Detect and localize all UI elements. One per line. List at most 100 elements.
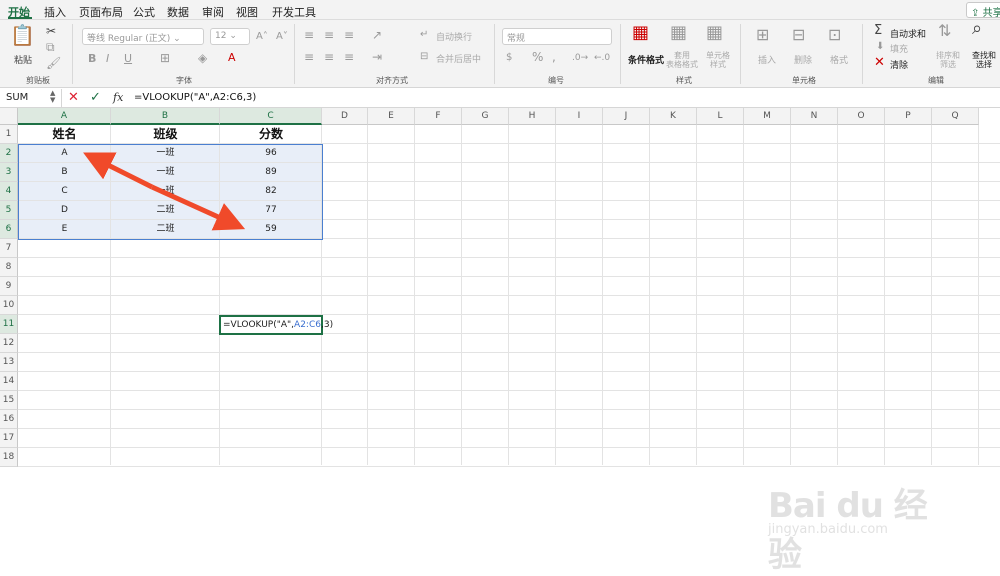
row-header-7[interactable]: 7 [0, 239, 18, 258]
row-header-8[interactable]: 8 [0, 258, 18, 277]
number-format-dropdown[interactable]: 常规 [502, 28, 612, 45]
column-header-i[interactable]: I [556, 108, 603, 125]
orientation-icon[interactable]: ↗ [372, 28, 382, 42]
format-as-table-icon[interactable]: ▦ [670, 24, 687, 42]
cell-header-b1[interactable]: 班级 [111, 125, 220, 144]
row-header-12[interactable]: 12 [0, 334, 18, 353]
column-header-h[interactable]: H [509, 108, 556, 125]
font-color-icon[interactable]: A [228, 51, 236, 65]
row-header-15[interactable]: 15 [0, 391, 18, 410]
align-middle-icon[interactable]: ≡ [324, 28, 334, 42]
increase-decimal-icon[interactable]: .0→ [572, 51, 588, 65]
align-left-icon[interactable]: ≡ [304, 50, 314, 64]
format-button[interactable]: 格式 [830, 53, 848, 66]
format-as-table-button[interactable]: 套用 表格格式 [666, 51, 698, 69]
borders-icon[interactable]: ⊞ [160, 51, 170, 65]
share-button[interactable]: ⇪ 共享 [966, 2, 1000, 19]
column-header-d[interactable]: D [322, 108, 368, 125]
row-header-5[interactable]: 5 [0, 201, 18, 220]
bold-button[interactable]: B [88, 52, 96, 66]
cell-styles-button[interactable]: 单元格 样式 [706, 51, 730, 69]
tab-developer[interactable]: 开发工具 [272, 4, 316, 20]
currency-button[interactable]: $ [506, 51, 512, 65]
row-header-11[interactable]: 11 [0, 315, 18, 334]
wrap-text-button[interactable]: 自动换行 [436, 30, 472, 43]
insert-button[interactable]: 插入 [758, 53, 776, 66]
fill-color-icon[interactable]: ◈ [198, 51, 207, 65]
column-header-f[interactable]: F [415, 108, 462, 125]
fill-icon[interactable]: ⬇ [876, 40, 884, 54]
column-header-b[interactable]: B [111, 108, 220, 125]
percent-button[interactable]: % [532, 50, 543, 64]
cancel-icon[interactable]: ✕ [68, 90, 79, 106]
column-header-n[interactable]: N [791, 108, 838, 125]
formula-input[interactable]: =VLOOKUP("A",A2:C6,3) [134, 92, 256, 103]
row-header-6[interactable]: 6 [0, 220, 18, 239]
wrap-text-icon[interactable]: ↵ [420, 28, 428, 42]
align-center-icon[interactable]: ≡ [324, 50, 334, 64]
comma-button[interactable]: , [552, 50, 556, 64]
font-name-dropdown[interactable]: 等线 Regular (正文) ⌄ [82, 28, 204, 45]
tab-insert[interactable]: 插入 [44, 4, 66, 20]
row-header-1[interactable]: 1 [0, 125, 18, 144]
fill-button[interactable]: 填充 [890, 42, 908, 55]
copy-icon[interactable]: ⧉ [46, 40, 55, 54]
row-header-14[interactable]: 14 [0, 372, 18, 391]
indent-icon[interactable]: ⇥ [372, 50, 382, 64]
decrease-font-icon[interactable]: A˅ [276, 30, 288, 44]
clear-button[interactable]: 清除 [890, 58, 908, 71]
clear-icon[interactable]: ✕ [874, 56, 885, 70]
format-painter-icon[interactable]: 🖌 [46, 56, 61, 70]
row-header-17[interactable]: 17 [0, 429, 18, 448]
paste-label[interactable]: 粘贴 [14, 53, 32, 66]
merge-center-icon[interactable]: ⊟ [420, 50, 428, 64]
underline-button[interactable]: U [124, 52, 132, 66]
row-header-13[interactable]: 13 [0, 353, 18, 372]
conditional-format-button[interactable]: 条件格式 [628, 53, 664, 66]
select-all-corner[interactable] [0, 108, 18, 125]
column-header-m[interactable]: M [744, 108, 791, 125]
tab-data[interactable]: 数据 [167, 4, 189, 20]
align-right-icon[interactable]: ≡ [344, 50, 354, 64]
format-cells-icon[interactable]: ⊡ [828, 27, 841, 43]
row-header-4[interactable]: 4 [0, 182, 18, 201]
paste-icon[interactable]: 📋 [10, 25, 35, 45]
insert-cells-icon[interactable]: ⊞ [756, 27, 769, 43]
column-header-g[interactable]: G [462, 108, 509, 125]
column-header-a[interactable]: A [18, 108, 111, 125]
row-header-16[interactable]: 16 [0, 410, 18, 429]
cell-header-c1[interactable]: 分数 [220, 125, 322, 144]
italic-button[interactable]: I [106, 52, 109, 66]
cell-styles-icon[interactable]: ▦ [706, 24, 723, 42]
sort-filter-icon[interactable]: ⇅ [938, 23, 951, 39]
tab-page-layout[interactable]: 页面布局 [79, 4, 123, 20]
tab-view[interactable]: 视图 [236, 4, 258, 20]
find-select-icon[interactable]: ⌕ [972, 20, 982, 38]
row-header-9[interactable]: 9 [0, 277, 18, 296]
font-size-dropdown[interactable]: 12 ⌄ [210, 28, 250, 45]
column-header-l[interactable]: L [697, 108, 744, 125]
row-header-2[interactable]: 2 [0, 144, 18, 163]
increase-font-icon[interactable]: A˄ [256, 30, 268, 44]
worksheet-grid[interactable]: ABCDEFGHIJKLMNOPQ 1 2 3 4 5 6 7 8 9 10 11 12 13 14 15 1… [0, 108, 1000, 575]
delete-button[interactable]: 删除 [794, 53, 812, 66]
autosum-button[interactable]: 自动求和 [890, 27, 926, 40]
find-select-button[interactable]: 查找和 选择 [972, 51, 996, 69]
cell-header-a1[interactable]: 姓名 [18, 125, 111, 144]
decrease-decimal-icon[interactable]: ←.0 [594, 51, 610, 65]
column-header-o[interactable]: O [838, 108, 885, 125]
column-header-c[interactable]: C [220, 108, 322, 125]
delete-cells-icon[interactable]: ⊟ [792, 27, 805, 43]
row-header-10[interactable]: 10 [0, 296, 18, 315]
column-header-j[interactable]: J [603, 108, 650, 125]
column-header-e[interactable]: E [368, 108, 415, 125]
active-cell-c11[interactable]: =VLOOKUP("A",A2:C6,3) [219, 315, 333, 335]
sort-filter-button[interactable]: 排序和 筛选 [936, 51, 960, 69]
tab-review[interactable]: 审阅 [202, 4, 224, 20]
autosum-icon[interactable]: Σ [874, 24, 882, 38]
row-header-3[interactable]: 3 [0, 163, 18, 182]
confirm-icon[interactable]: ✓ [90, 90, 101, 106]
conditional-format-icon[interactable]: ▦ [632, 24, 649, 42]
column-header-q[interactable]: Q [932, 108, 979, 125]
column-header-k[interactable]: K [650, 108, 697, 125]
